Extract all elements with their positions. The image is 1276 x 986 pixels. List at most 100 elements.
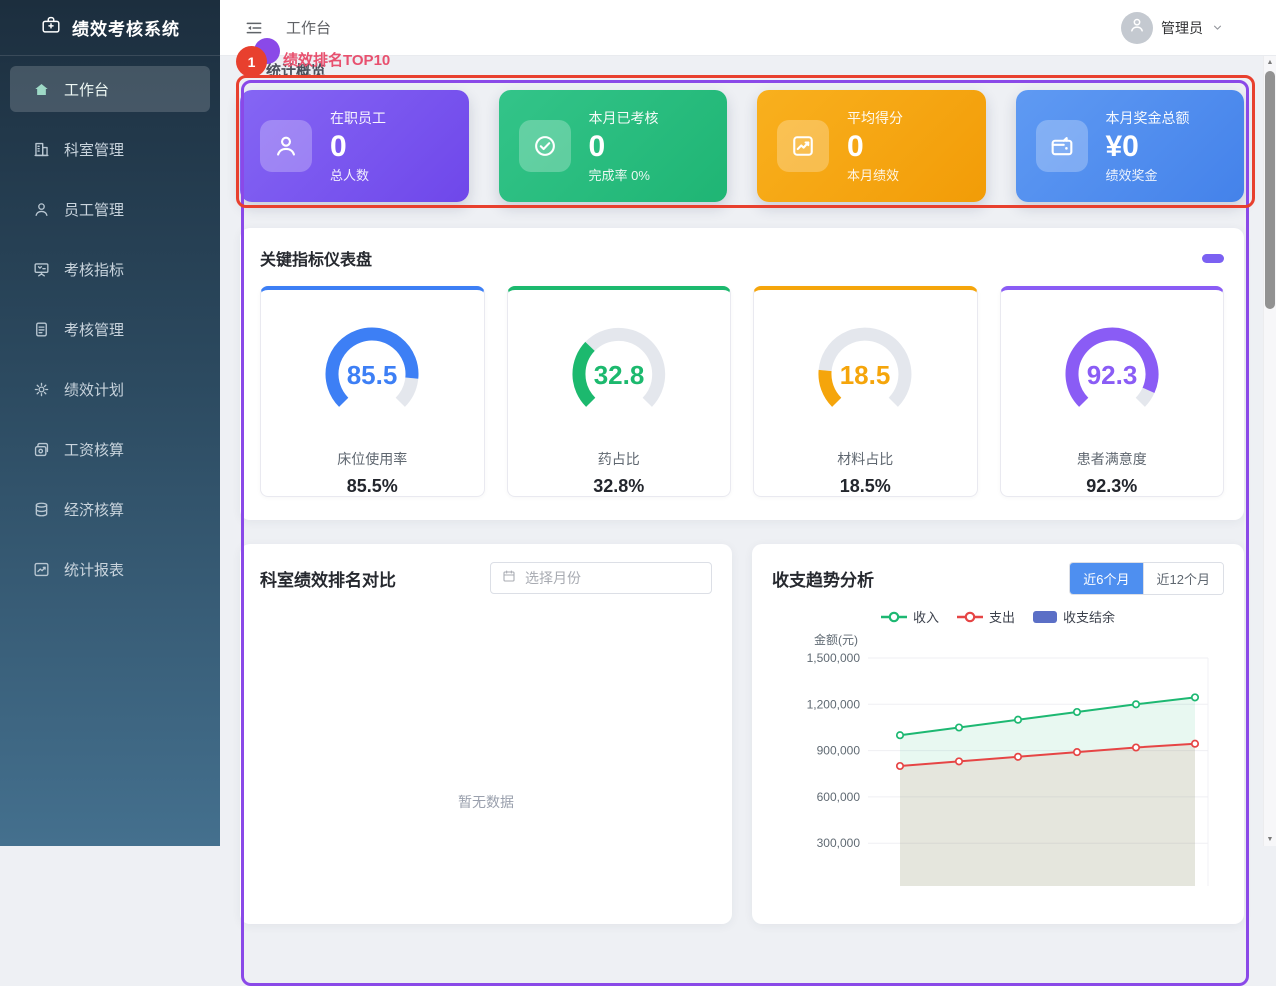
gauge-chart: 18.5 [785, 314, 945, 414]
gauge-card-2: 18.5材料占比18.5% [753, 286, 978, 497]
stat-card-title: 平均得分 [847, 111, 903, 125]
sidebar-item-5[interactable]: 绩效计划 [10, 366, 210, 412]
chart-legend: 收入 支出 收支结余 [772, 607, 1224, 626]
sidebar-item-4[interactable]: 考核管理 [10, 306, 210, 352]
stat-card-title: 本月已考核 [589, 111, 659, 125]
scrollbar-thumb[interactable] [1265, 71, 1275, 309]
stat-card-icon-tile [1036, 120, 1088, 172]
trend-panel-title: 收支趋势分析 [772, 566, 874, 591]
legend-item-1[interactable]: 支出 [957, 607, 1015, 626]
gauge-card-3: 92.3 患者满意度 92.3% [1000, 286, 1225, 497]
sidebar-item-8[interactable]: 统计报表 [10, 546, 210, 592]
sidebar: 绩效考核系统 工作台科室管理员工管理考核指标考核管理绩效计划工资核算经济核算统计… [0, 0, 220, 846]
legend-item-2[interactable]: 收支结余 [1033, 607, 1115, 626]
y-tick-label: 900,000 [817, 744, 861, 758]
legend-item-0[interactable]: 收入 [881, 607, 939, 626]
stat-card-3: 本月奖金总额 ¥0 绩效奖金 [1016, 90, 1245, 202]
fold-icon[interactable] [244, 18, 264, 38]
sidebar-item-label: 考核指标 [64, 259, 124, 280]
stat-card-icon-tile [777, 120, 829, 172]
stat-card-subtitle: 完成率 0% [589, 169, 659, 182]
stat-card-0: 在职员工0总人数 [240, 90, 469, 202]
sidebar-item-label: 绩效计划 [64, 379, 124, 400]
app-title: 绩效考核系统 [72, 15, 180, 40]
document-icon [32, 320, 51, 339]
sidebar-item-label: 科室管理 [64, 139, 124, 160]
kpi-panel: 关键指标仪表盘 85.5床位使用率85.5%32.8药占比32.8%18.5材料… [240, 228, 1244, 520]
sidebar-item-6[interactable]: 工资核算 [10, 426, 210, 472]
gauge-value: 18.5 [840, 360, 891, 390]
y-axis-name: 金额(元) [814, 632, 858, 647]
y-tick-label: 300,000 [817, 836, 861, 850]
dept-panel-title: 科室绩效排名对比 [260, 566, 396, 591]
bottom-row: 科室绩效排名对比 暂无数据 收支趋势分析 近6个月近12个月 收入 支出 收支结余 … [240, 544, 1244, 924]
gauge-label: 患者满意度 [1001, 449, 1224, 469]
month-picker[interactable] [490, 562, 712, 594]
stat-card-subtitle: 总人数 [330, 169, 386, 182]
check-circle-icon [531, 132, 559, 160]
legend-label: 收支结余 [1063, 607, 1115, 626]
gauge-chart: 32.8 [539, 314, 699, 414]
user-icon [272, 132, 300, 160]
stat-card-2: 平均得分 0 本月绩效 [757, 90, 986, 202]
gauge-label: 材料占比 [754, 449, 977, 469]
legend-label: 收入 [913, 607, 939, 626]
stat-card-value: 0 [847, 132, 903, 162]
person-icon [1127, 15, 1147, 35]
month-input[interactable] [523, 569, 701, 587]
stat-card-subtitle: 绩效奖金 [1106, 169, 1190, 182]
y-tick-label: 1,200,000 [807, 697, 861, 711]
fold-icon [244, 18, 264, 38]
sidebar-item-0[interactable]: 工作台 [10, 66, 210, 112]
sidebar-item-2[interactable]: 员工管理 [10, 186, 210, 232]
sidebar-item-label: 统计报表 [64, 559, 124, 580]
range-button-0[interactable]: 近6个月 [1070, 563, 1143, 594]
wallet-icon [1048, 132, 1076, 160]
legend-line-marker [881, 611, 907, 623]
range-button-1[interactable]: 近12个月 [1144, 563, 1223, 594]
gauge-value: 85.5 [347, 360, 398, 390]
y-tick-label: 1,500,000 [807, 651, 861, 665]
gauge-value: 92.3 [1086, 360, 1137, 390]
stat-card-title: 本月奖金总额 [1106, 111, 1190, 125]
gauge-card-1: 32.8药占比32.8% [507, 286, 732, 497]
sidebar-item-label: 经济核算 [64, 499, 124, 520]
scroll-down-arrow[interactable]: ▼ [1264, 833, 1276, 846]
overview-section-title: 统计概览 [266, 60, 1244, 81]
y-tick-label: 600,000 [817, 790, 861, 804]
gauge-percent: 85.5% [261, 476, 484, 497]
salary-icon [32, 440, 51, 459]
stat-card-subtitle: 本月绩效 [847, 169, 903, 182]
legend-label: 支出 [989, 607, 1015, 626]
home-icon [32, 80, 51, 99]
legend-bar-marker [1033, 611, 1057, 623]
stat-card-icon-tile [519, 120, 571, 172]
sidebar-item-7[interactable]: 经济核算 [10, 486, 210, 532]
chevron-down-icon[interactable] [1211, 21, 1224, 34]
topbar: 工作台 管理员 [220, 0, 1276, 56]
board-icon [32, 260, 51, 279]
gauge-chart: 85.5 [292, 314, 452, 414]
trend-chart: 金额(元) 1,500,000 1,200,000 900,000 600,000 300… [772, 628, 1218, 886]
sidebar-item-1[interactable]: 科室管理 [10, 126, 210, 172]
scroll-up-arrow[interactable]: ▲ [1264, 56, 1276, 69]
report-icon [32, 560, 51, 579]
empty-state-text: 暂无数据 [260, 792, 712, 812]
briefcase-plus-icon [40, 14, 62, 36]
sidebar-item-3[interactable]: 考核指标 [10, 246, 210, 292]
scrollbar[interactable]: ▲ ▼ [1263, 56, 1276, 846]
stat-card-value: 0 [330, 132, 386, 162]
sidebar-menu: 工作台科室管理员工管理考核指标考核管理绩效计划工资核算经济核算统计报表 [0, 56, 220, 592]
breadcrumb: 工作台 [286, 17, 331, 38]
gauge-percent: 92.3% [1001, 476, 1224, 497]
trend-icon [789, 132, 817, 160]
stat-card-1: 本月已考核0完成率 0% [499, 90, 728, 202]
chevron-down-icon [1211, 21, 1224, 34]
user-menu[interactable]: 管理员 [1121, 12, 1224, 44]
avatar [1121, 12, 1153, 44]
sidebar-item-label: 工资核算 [64, 439, 124, 460]
trend-panel: 收支趋势分析 近6个月近12个月 收入 支出 收支结余 金额(元) 1,500,000… [752, 544, 1244, 924]
gauge-label: 床位使用率 [261, 449, 484, 469]
stat-card-value: ¥0 [1106, 132, 1190, 162]
calendar-icon [501, 568, 517, 584]
